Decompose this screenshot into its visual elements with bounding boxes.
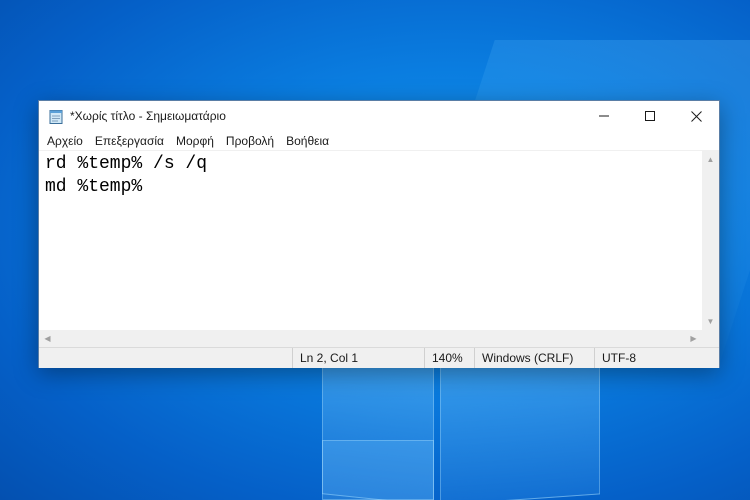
maximize-button[interactable] xyxy=(627,101,673,131)
wallpaper-pane-bottom xyxy=(322,440,434,500)
status-position: Ln 2, Col 1 xyxy=(292,348,424,368)
editor-line: md %temp% xyxy=(45,177,143,197)
menu-help[interactable]: Βοήθεια xyxy=(281,134,336,148)
horizontal-scrollbar[interactable]: ◀ ▶ xyxy=(39,330,702,347)
minimize-icon xyxy=(599,115,609,117)
minimize-button[interactable] xyxy=(581,101,627,131)
status-zoom: 140% xyxy=(424,348,474,368)
maximize-icon xyxy=(645,111,655,121)
status-encoding: UTF-8 xyxy=(594,348,719,368)
vertical-scrollbar[interactable]: ▲ ▼ xyxy=(702,151,719,330)
status-line-ending: Windows (CRLF) xyxy=(474,348,594,368)
status-bar: Ln 2, Col 1 140% Windows (CRLF) UTF-8 xyxy=(39,347,719,368)
menu-view[interactable]: Προβολή xyxy=(221,134,281,148)
notepad-window: *Χωρίς τίτλο - Σημειωματάριο Αρχείο Επεξ… xyxy=(38,100,720,368)
scroll-left-icon[interactable]: ◀ xyxy=(39,330,56,347)
menu-format[interactable]: Μορφή xyxy=(171,134,221,148)
editor-area: rd %temp% /s /q md %temp% ▲ ▼ ◀ ▶ xyxy=(39,150,719,347)
menu-bar: Αρχείο Επεξεργασία Μορφή Προβολή Βοήθεια xyxy=(39,131,719,150)
close-button[interactable] xyxy=(673,101,719,131)
scroll-up-icon[interactable]: ▲ xyxy=(702,151,719,168)
text-editor[interactable]: rd %temp% /s /q md %temp% xyxy=(39,151,702,330)
notepad-icon[interactable] xyxy=(48,108,64,124)
close-icon xyxy=(690,110,702,122)
scroll-right-icon[interactable]: ▶ xyxy=(685,330,702,347)
scrollbar-corner xyxy=(702,330,719,347)
title-bar[interactable]: *Χωρίς τίτλο - Σημειωματάριο xyxy=(39,101,719,131)
scroll-down-icon[interactable]: ▼ xyxy=(702,313,719,330)
menu-file[interactable]: Αρχείο xyxy=(42,134,90,148)
menu-edit[interactable]: Επεξεργασία xyxy=(90,134,171,148)
window-title: *Χωρίς τίτλο - Σημειωματάριο xyxy=(70,109,226,123)
editor-line: rd %temp% /s /q xyxy=(45,154,208,174)
